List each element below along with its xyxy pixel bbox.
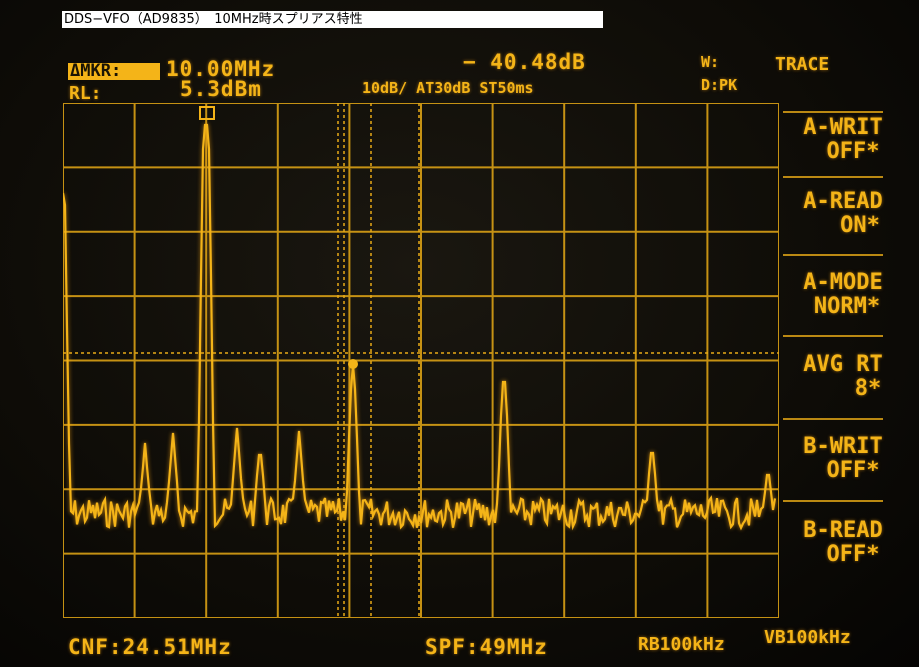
softkey-line2: OFF* [826,139,880,164]
delta-marker-dot [348,359,358,369]
delta-marker-label: ΔMKR: [68,63,160,80]
softkey-line1: B-READ [803,518,883,543]
video-bandwidth: VB100kHz [764,627,851,648]
resolution-bandwidth: RB100kHz [638,634,725,655]
softkey-line1: A-WRIT [803,115,883,140]
marker-level-readout: − 40.48dB [463,50,586,74]
reference-level-value: 5.3dBm [180,77,262,101]
softkey-line2: 8* [854,376,882,401]
softkey-b-write[interactable]: B-WRIT OFF* [777,435,909,483]
span-frequency: SPF:49MHz [425,635,548,659]
softkey-line2: NORM* [813,294,881,319]
softkey-line2: OFF* [826,542,880,567]
menu-title: TRACE [775,54,830,75]
spectrum-display [63,103,779,618]
softkey-line1: B-WRIT [803,434,883,459]
reference-level-label: RL: [69,83,102,104]
menu-divider [783,111,883,113]
softkey-avg-rate[interactable]: AVG RT 8* [777,353,909,401]
menu-divider [783,176,883,178]
softkey-line1: AVG RT [803,352,883,377]
center-frequency: CNF:24.51MHz [68,635,232,659]
menu-divider [783,335,883,337]
sweep-settings: 10dB/ AT30dB ST50ms [362,79,534,97]
detector-mode: D:PK [701,76,738,94]
graticule [63,103,779,618]
menu-divider [783,254,883,256]
softkey-a-read[interactable]: A-READ ON* [777,190,909,238]
softkey-b-read[interactable]: B-READ OFF* [777,519,909,567]
trace-w-label: W: [701,53,720,71]
softkey-line1: A-MODE [803,270,883,295]
softkey-a-write[interactable]: A-WRIT OFF* [777,116,909,164]
image-caption: DDS−VFO（AD9835） 10MHz時スプリアス特性 [62,11,603,28]
menu-divider [783,418,883,420]
softkey-line2: ON* [840,213,880,238]
softkey-line1: A-READ [803,189,883,214]
menu-divider [783,500,883,502]
softkey-a-mode[interactable]: A-MODE NORM* [777,271,909,319]
softkey-line2: OFF* [826,458,880,483]
